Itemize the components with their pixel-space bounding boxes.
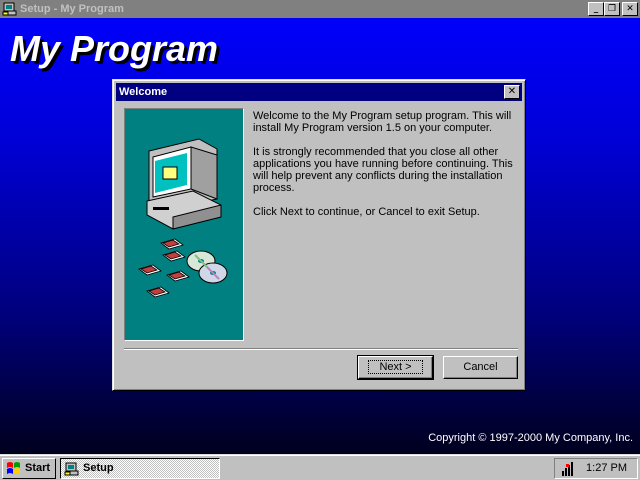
welcome-text: Welcome to the My Program setup program.… xyxy=(253,110,519,230)
window-titlebar[interactable]: Setup - My Program _ ❐ ✕ xyxy=(0,0,640,18)
taskbar-setup-button[interactable]: Setup xyxy=(60,458,220,479)
setup-app-icon xyxy=(64,462,79,476)
start-label: Start xyxy=(25,462,51,474)
window-close-button[interactable]: ✕ xyxy=(622,2,638,16)
dialog-titlebar[interactable]: Welcome ✕ xyxy=(116,83,522,101)
restore-button[interactable]: ❐ xyxy=(604,2,620,16)
setup-app-icon xyxy=(2,2,17,16)
copyright-text: Copyright © 1997-2000 My Company, Inc. xyxy=(428,432,633,444)
button-separator xyxy=(124,348,518,350)
window-title: Setup - My Program xyxy=(20,3,124,15)
next-button-label: Next > xyxy=(368,360,423,374)
warning-paragraph: It is strongly recommended that you clos… xyxy=(253,146,513,194)
program-title: My Program xyxy=(10,28,219,69)
next-button[interactable]: Next > xyxy=(357,355,434,380)
side-image-panel xyxy=(124,108,244,341)
start-button[interactable]: Start xyxy=(2,458,56,479)
instruction-paragraph: Click Next to continue, or Cancel to exi… xyxy=(253,206,480,218)
minimize-button[interactable]: _ xyxy=(588,2,604,16)
welcome-dialog: Welcome ✕ Welcome to the My Program setu… xyxy=(112,79,526,391)
system-tray: 1:27 PM xyxy=(554,458,638,479)
intro-paragraph: Welcome to the My Program setup program.… xyxy=(253,110,512,134)
volume-icon[interactable] xyxy=(561,461,575,477)
computer-disks-illustration xyxy=(138,138,228,298)
dialog-close-button[interactable]: ✕ xyxy=(504,85,520,99)
windows-logo-icon xyxy=(7,462,20,474)
setup-window: Setup - My Program _ ❐ ✕ My Program Copy… xyxy=(0,0,640,454)
taskbar: Start Setup 1:27 PM xyxy=(0,454,640,480)
taskbar-setup-label: Setup xyxy=(83,462,114,474)
dialog-title: Welcome xyxy=(119,86,168,98)
taskbar-clock[interactable]: 1:27 PM xyxy=(586,459,627,478)
cancel-button[interactable]: Cancel xyxy=(443,356,518,379)
